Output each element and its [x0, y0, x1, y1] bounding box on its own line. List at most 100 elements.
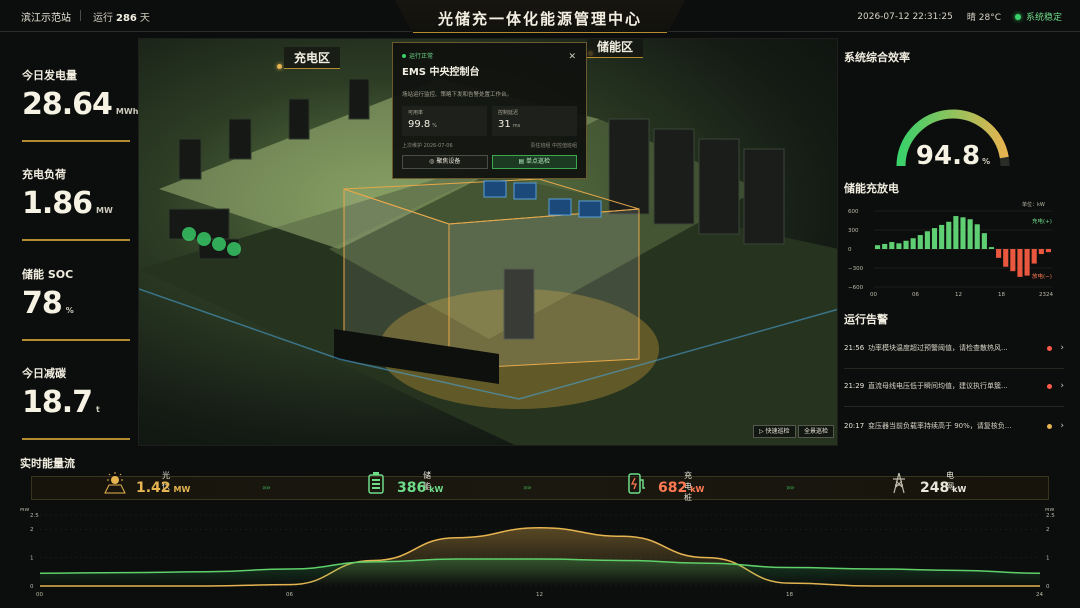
status-dot-icon [1014, 14, 1021, 20]
flow-arrow-icon: »» [786, 483, 795, 492]
x-tick-label: 12 [955, 292, 962, 297]
storage-bar [1017, 249, 1023, 277]
kpi-value: 28.64 MWh [22, 87, 138, 122]
storage-bar [1003, 249, 1009, 267]
flow-item-number: 1.42 [136, 480, 171, 496]
chevron-right-icon[interactable]: › [1060, 343, 1064, 353]
x-tick-label: 00 [36, 592, 43, 598]
header: 光储充一体化能源管理中心 滨江示范站 运行 286 天 2026-07-12 22:… [0, 0, 1080, 34]
kpi-value: 18.7 t [22, 385, 130, 420]
flow-item-unit: kW [952, 485, 967, 494]
flow-item-value: 682 kW [658, 480, 704, 496]
popup-status-text: 运行正常 [409, 53, 434, 60]
alarm-time: 21:56 [844, 344, 865, 352]
y-tick-label-left: 2 [30, 527, 34, 533]
legend-charge: 充电(+) [1032, 217, 1052, 225]
site-name[interactable]: 滨江示范站 [21, 9, 71, 24]
control-room-glass-right [448, 208, 640, 370]
kpi-number: 1.86 [22, 186, 93, 221]
kpi-number: 78 [22, 286, 63, 321]
quick-patrol-button[interactable]: ▷ 快速巡检 [753, 425, 796, 438]
storage-bar [1010, 249, 1016, 272]
kpi-divider [22, 339, 130, 341]
flow-item-number: 386 [397, 480, 427, 496]
kpi-label: 今日减碳 [22, 367, 66, 380]
y-tick-label-right: 1 [1046, 556, 1050, 562]
alarm-item[interactable]: 20:17 变压器当前负载率持续高于 90%，请复核负... › [844, 419, 1064, 433]
uptime-unit: 天 [139, 13, 150, 24]
storage-bar [924, 231, 930, 249]
alarm-level-dot-icon [1047, 383, 1053, 389]
popup-actions: ◎ 聚焦设备 ▤ 单点巡检 [402, 155, 577, 169]
owner-team: 责任班组 中控值班组 [530, 143, 577, 149]
alarm-message: 功率模块温度超过预警阈值，请检查散热风... [868, 344, 1008, 352]
grid-tower-icon [893, 472, 905, 494]
alarm-separator [844, 368, 1064, 369]
last-maintenance: 上次维护 2026-07-06 [402, 143, 453, 149]
storage-bar [889, 242, 895, 249]
y-tick-label: 300 [848, 228, 859, 234]
quick-patrol-label: 快速巡检 [765, 428, 790, 435]
metric-latency: 控制延迟 31 ms [492, 106, 577, 136]
zone-tag-charge[interactable]: 充电区 [284, 47, 341, 69]
single-patrol-label: 单点巡检 [526, 158, 551, 165]
solar-icon [104, 472, 126, 494]
popup-description: 场站运行监控、策略下发和告警处置工作台。 [402, 92, 513, 98]
header-separator [80, 10, 81, 21]
kpi-divider [22, 140, 130, 142]
metric-latency-label: 控制延迟 [498, 110, 519, 116]
flow-item-value: 248 kW [920, 480, 966, 496]
kpi-unit: MWh [115, 107, 139, 116]
kpi-number: 18.7 [22, 385, 93, 420]
uptime-days: 286 [116, 13, 137, 24]
flow-arrow-icon: »» [523, 483, 532, 492]
battery-icon [368, 472, 384, 494]
x-tick-label: 2324 [1039, 292, 1053, 297]
storage-bar [882, 243, 888, 249]
metric-availability-unit: % [432, 123, 438, 129]
y-tick-label: 0 [848, 247, 852, 253]
kpi-number: 28.64 [22, 87, 113, 122]
datetime: 2026-07-12 22:31:25 [857, 11, 953, 22]
system-status-text: 系统稳定 [1025, 13, 1062, 23]
kpi-divider [22, 239, 130, 241]
focus-device-button[interactable]: ◎ 聚焦设备 [402, 155, 488, 169]
y-tick-label: −300 [848, 266, 864, 272]
y-tick-label-left: 1 [30, 556, 34, 562]
storage-bar [1024, 249, 1030, 276]
alarm-item[interactable]: 21:29 直流母线电压低于瞬间均值，建议执行单簇... › [844, 379, 1064, 393]
alarm-message: 直流母线电压低于瞬间均值，建议执行单簇... [868, 382, 1008, 390]
power-trend-chart: MW MW2.5 2.52 21 10 000 06 12 18 24 [20, 508, 1055, 598]
single-patrol-button[interactable]: ▤ 单点巡检 [491, 155, 577, 169]
flow-item-value: 386 kW [397, 480, 443, 496]
kpi-unit: t [96, 405, 100, 414]
chevron-right-icon[interactable]: › [1060, 421, 1064, 431]
flow-arrow-icon: »» [262, 483, 271, 492]
focus-device-label: 聚焦设备 [436, 158, 461, 165]
alarm-item[interactable]: 21:56 功率模块温度超过预警阈值，请检查散热风... › [844, 341, 1064, 355]
storage-bar [960, 217, 966, 249]
panorama-patrol-button[interactable]: 全景巡检 [798, 425, 835, 438]
storage-bar [1045, 249, 1051, 253]
flow-item-value: 1.42 MW [136, 480, 190, 496]
storage-bar [967, 219, 973, 249]
kpi-card: 今日发电量 28.64 MWh [22, 67, 138, 142]
charge-zone-marker-icon [277, 64, 282, 69]
storage-title: 储能充放电 [844, 182, 899, 195]
zone-tag-storage[interactable]: 储能区 [587, 39, 644, 58]
metric-latency-number: 31 [498, 119, 511, 130]
kpi-unit: % [65, 306, 74, 315]
y-tick-label-right: 2 [1046, 527, 1050, 533]
x-tick-label: 24 [1036, 592, 1043, 598]
efficiency-unit: % [982, 157, 991, 166]
chevron-right-icon[interactable]: › [1060, 381, 1064, 391]
alarm-level-dot-icon [1047, 423, 1053, 429]
x-tick-label: 00 [870, 292, 877, 297]
efficiency-value: 94.8% [893, 141, 1013, 171]
alarm-time: 21:29 [844, 382, 865, 390]
popup-title: EMS 中央控制台 [402, 67, 480, 78]
alarm-time: 20:17 [844, 422, 865, 430]
y-tick-label-left: 0 [30, 584, 34, 590]
close-icon[interactable]: ✕ [568, 52, 576, 62]
charger-icon [628, 473, 645, 494]
